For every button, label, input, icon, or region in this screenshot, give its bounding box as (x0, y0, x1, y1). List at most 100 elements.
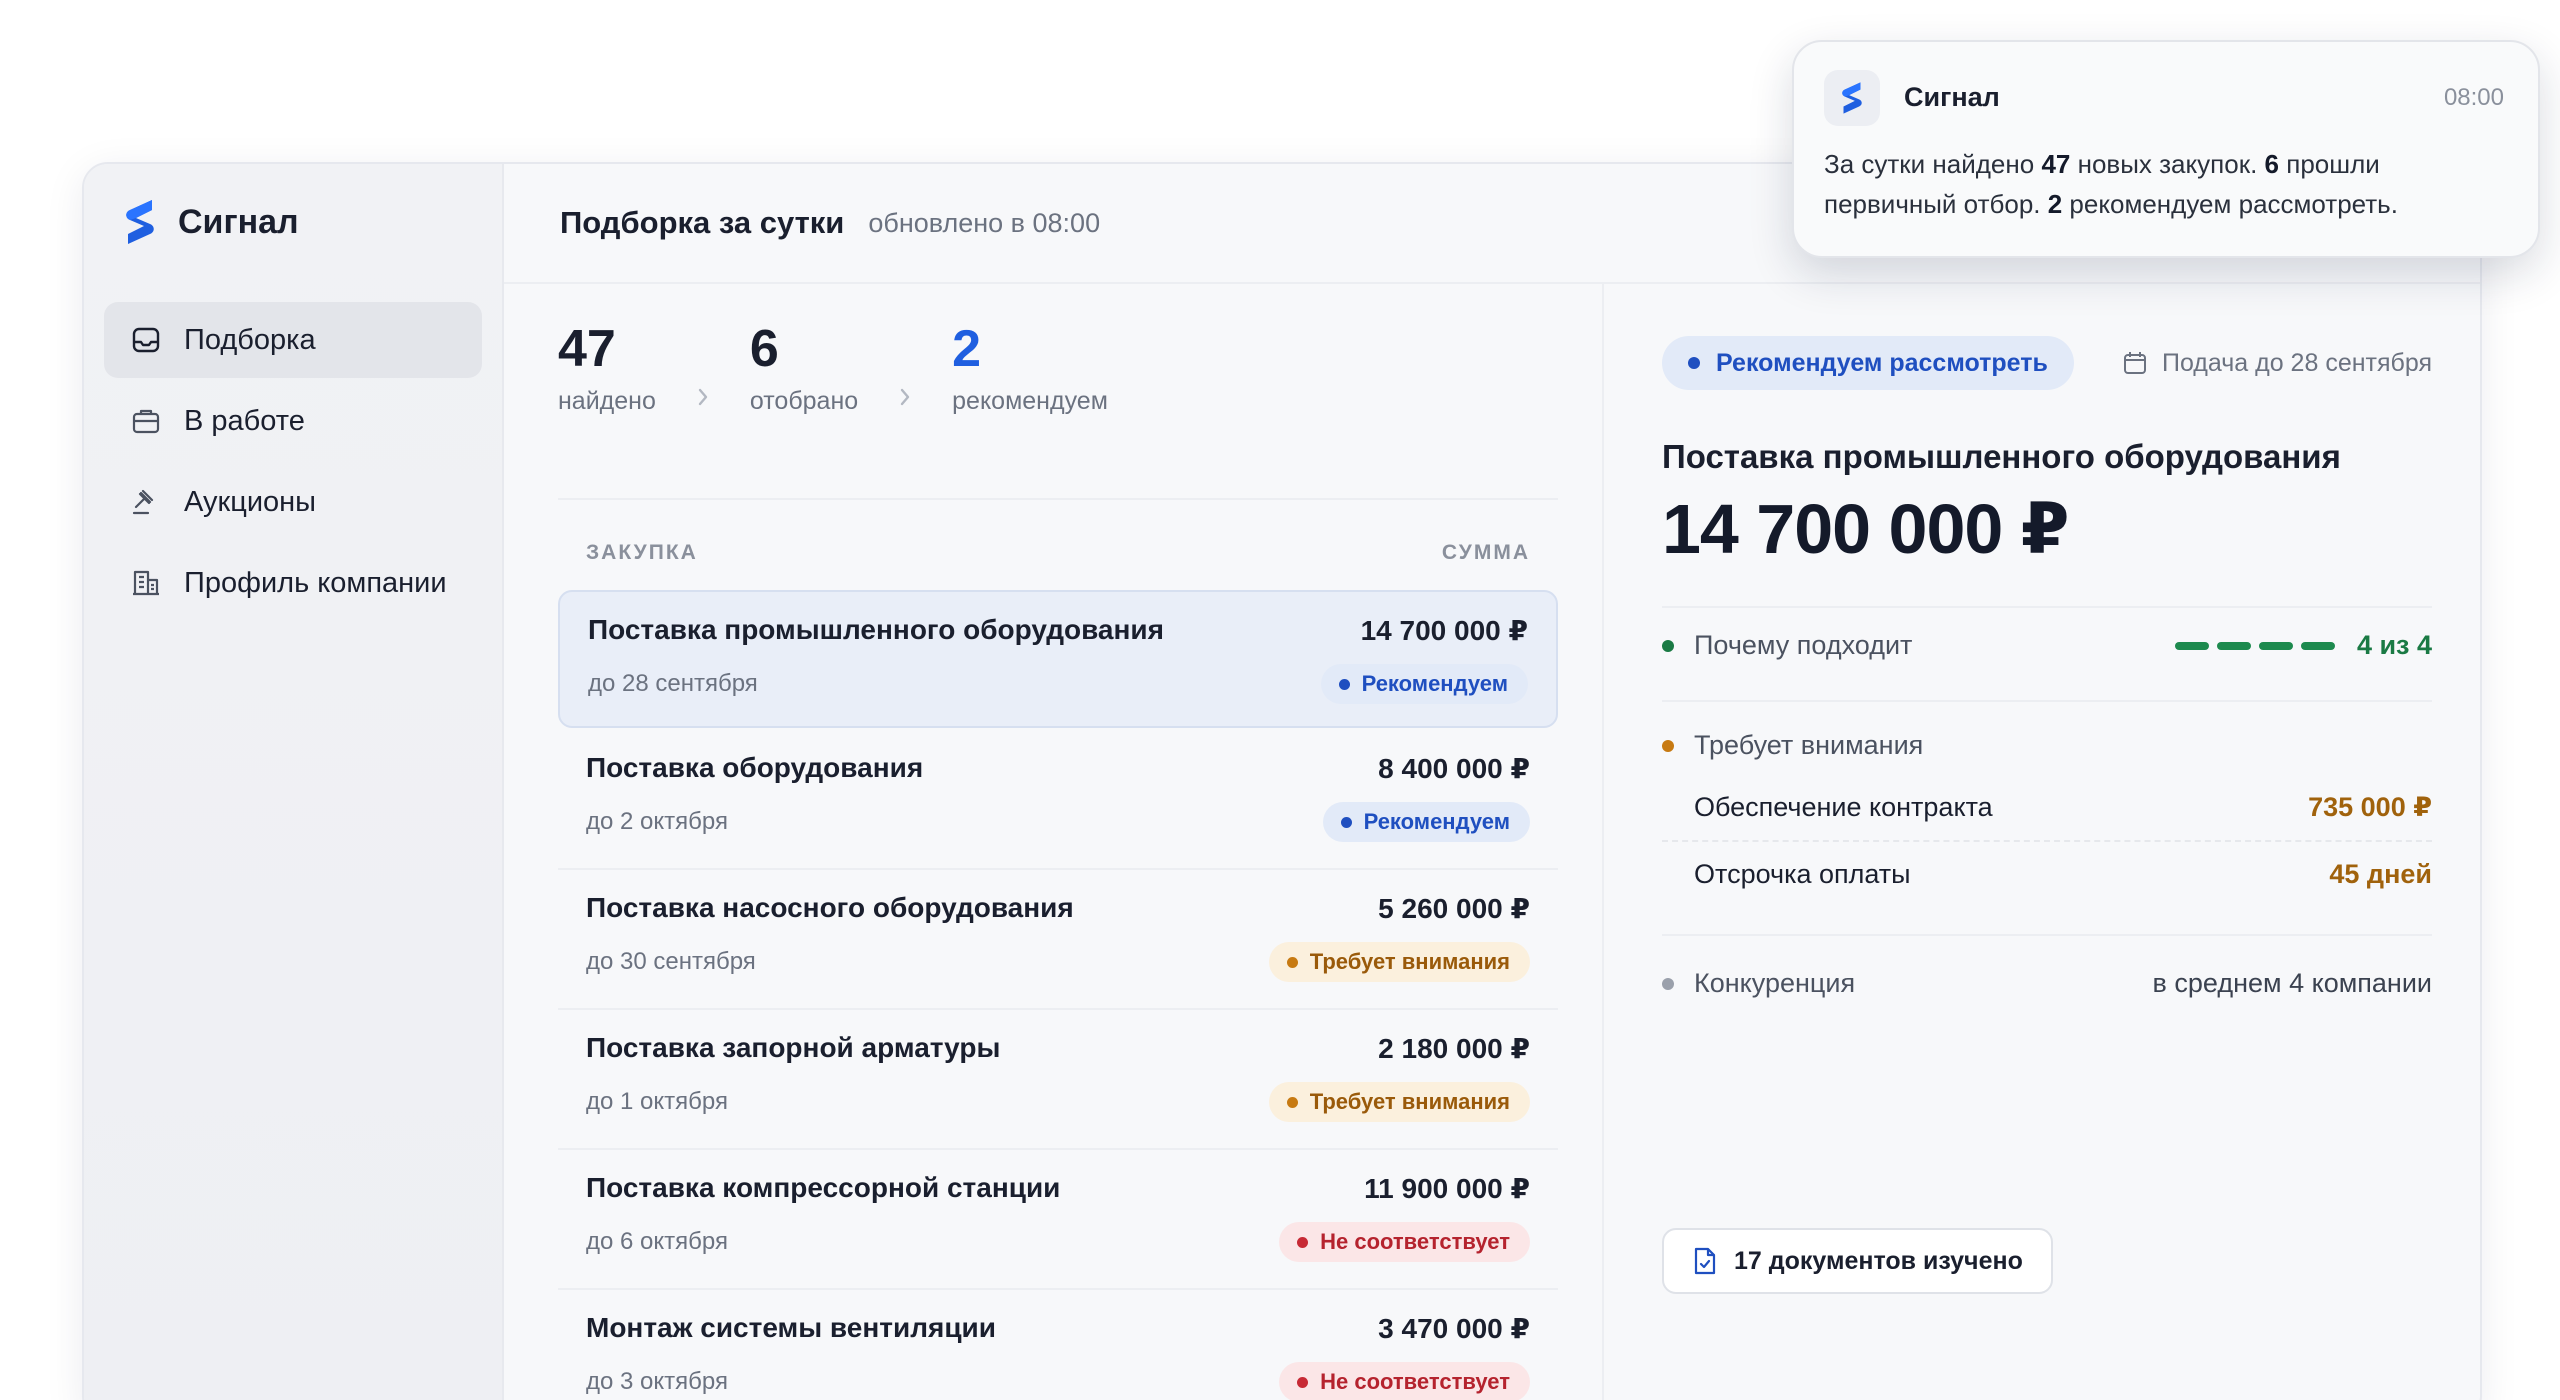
notification-time: 08:00 (2443, 84, 2504, 111)
chevron-right-icon (858, 322, 952, 410)
list-header: ЗАКУПКА СУММА (558, 498, 1558, 590)
contract-security-row: Обеспечение контракта 735 000 ₽ (1662, 792, 2432, 823)
tender-name: Поставка запорной арматуры (586, 1032, 1001, 1063)
documents-button-label: 17 документов изучено (1734, 1246, 2023, 1275)
detail-title: Поставка промышленного оборудования (1662, 438, 2341, 475)
attention-row: Требует внимания (1662, 730, 2432, 761)
status-badge: Рекомендуем (1322, 802, 1530, 842)
tender-sum: 3 470 000 ₽ (1378, 1313, 1530, 1344)
document-check-icon (1694, 1247, 1716, 1275)
sidebar-item-in-progress[interactable]: В работе (104, 383, 482, 459)
app-window: Сигнал Подборка В работе Аукционы Профил… (82, 162, 2482, 1400)
status-badge: Не соответствует (1279, 1362, 1530, 1400)
recommendation-text: Рекомендуем рассмотреть (1716, 348, 2048, 377)
tender-deadline: до 2 октября (586, 808, 728, 835)
msg-text: За сутки найдено (1824, 149, 2042, 179)
recommendation-badge: Рекомендуем рассмотреть (1662, 336, 2074, 390)
tender-sum: 14 700 000 ₽ (1360, 615, 1528, 646)
detail-top: Рекомендуем рассмотреть Подача до 28 сен… (1662, 336, 2432, 390)
sidebar-item-label: В работе (184, 404, 305, 437)
stat-label: рекомендуем (952, 386, 1108, 415)
stat-value: 2 (952, 320, 982, 378)
updated-time: обновлено в 08:00 (868, 207, 1101, 238)
stat-value: 6 (749, 320, 779, 378)
column-header-sum: СУММА (1441, 541, 1530, 564)
msg-text: новых закупок. (2070, 149, 2265, 179)
chevron-right-icon (656, 322, 750, 410)
msg-text: рекомендуем рассмотреть. (2062, 189, 2398, 219)
gavel-icon (132, 489, 154, 515)
notification-app-name: Сигнал (1904, 82, 2000, 112)
status-dot (1340, 816, 1352, 828)
sidebar-item-company-profile[interactable]: Профиль компании (104, 545, 482, 621)
sidebar-item-label: Подборка (184, 323, 316, 356)
status-dot (1688, 357, 1700, 369)
tender-deadline: до 30 сентября (586, 948, 756, 975)
briefcase-icon (132, 409, 160, 434)
payment-delay-row: Отсрочка оплаты 45 дней (1662, 859, 2432, 890)
status-text: Требует внимания (1309, 1089, 1510, 1114)
table-row[interactable]: Поставка насосного оборудования до 30 се… (558, 870, 1558, 1010)
status-text: Рекомендуем (1363, 809, 1510, 834)
status-dot (1662, 977, 1674, 990)
column-header-tender: ЗАКУПКА (586, 541, 698, 564)
table-row[interactable]: Поставка компрессорной станции до 6 октя… (558, 1150, 1558, 1290)
sidebar-item-label: Аукционы (184, 485, 317, 518)
table-row[interactable]: Поставка запорной арматуры до 1 октября … (558, 1010, 1558, 1150)
status-badge: Рекомендуем (1320, 664, 1528, 704)
status-badge: Не соответствует (1279, 1222, 1530, 1262)
divider (1662, 606, 2432, 608)
tender-deadline: до 3 октября (586, 1368, 728, 1395)
msg-count-selected: 6 (2264, 149, 2280, 179)
status-text: Требует внимания (1309, 949, 1510, 974)
divider (1662, 934, 2432, 936)
push-notification[interactable]: Сигнал 08:00 За сутки найдено 47 новых з… (1792, 40, 2540, 258)
tender-sum: 8 400 000 ₽ (1378, 753, 1530, 784)
tender-name: Поставка оборудования (586, 752, 924, 783)
msg-count-recommended: 2 (2047, 189, 2063, 219)
sidebar-nav: Подборка В работе Аукционы Профиль компа… (104, 302, 482, 626)
table-row[interactable]: Поставка оборудования до 2 октября 8 400… (558, 730, 1558, 870)
contract-security-value: 735 000 ₽ (2308, 792, 2432, 822)
table-row[interactable]: Поставка промышленного оборудования до 2… (558, 590, 1558, 728)
divider (1662, 700, 2432, 702)
score-text: 4 из 4 (2356, 630, 2432, 660)
payment-delay-label: Отсрочка оплаты (1694, 859, 1911, 889)
competition-row: Конкуренция в среднем 4 компании (1662, 968, 2432, 999)
status-badge: Требует внимания (1268, 1082, 1530, 1122)
status-dot (1286, 1096, 1298, 1108)
detail-sum: 14 700 000 ₽ (1662, 490, 2069, 568)
tender-rows: Поставка промышленного оборудования до 2… (558, 590, 1558, 1400)
stat-value: 47 (558, 320, 616, 378)
status-dot (1338, 678, 1350, 690)
sidebar-item-label: Профиль компании (184, 566, 447, 599)
tender-detail-pane: Рекомендуем рассмотреть Подача до 28 сен… (1604, 284, 2480, 1400)
notification-app-icon (1824, 70, 1880, 126)
sidebar-item-selection[interactable]: Подборка (104, 302, 482, 378)
score-segment (2174, 641, 2209, 650)
status-dot (1662, 639, 1674, 652)
competition-label: Конкуренция (1694, 968, 1856, 998)
calendar-icon (2123, 352, 2146, 374)
status-dot (1662, 739, 1674, 752)
payment-delay-value: 45 дней (2329, 859, 2432, 889)
status-dot (1297, 1236, 1309, 1248)
tender-deadline: до 6 октября (586, 1228, 728, 1255)
brand[interactable]: Сигнал (122, 198, 299, 246)
sidebar-item-auctions[interactable]: Аукционы (104, 464, 482, 540)
score-segment (2258, 641, 2293, 650)
status-text: Рекомендуем (1361, 671, 1508, 696)
tender-list-pane: 47 найдено 6 отобрано 2 рекомендуем ЗАКУ… (504, 284, 1604, 1400)
status-dot (1297, 1376, 1309, 1388)
why-fits-row: Почему подходит 4 из 4 (1662, 630, 2432, 661)
status-text: Не соответствует (1320, 1369, 1510, 1394)
attention-label: Требует внимания (1694, 730, 1924, 760)
documents-button[interactable]: 17 документов изучено (1662, 1228, 2053, 1294)
table-row[interactable]: Монтаж системы вентиляции до 3 октября 3… (558, 1290, 1558, 1400)
divider (1662, 840, 2432, 842)
inbox-icon (132, 327, 160, 353)
building-icon (133, 570, 159, 596)
stats-funnel: 47 найдено 6 отобрано 2 рекомендуем (558, 322, 1108, 416)
signal-logo-icon (1842, 82, 1862, 114)
score-segment (2300, 641, 2335, 650)
